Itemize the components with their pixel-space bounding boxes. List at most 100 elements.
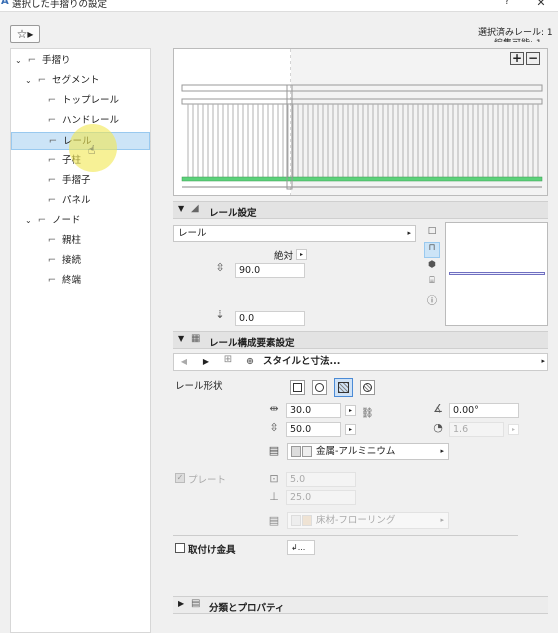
absolute-label: 絶対 (274, 251, 294, 262)
mini-rail-shape (449, 272, 545, 275)
info-icon[interactable]: ⓘ (425, 292, 439, 307)
rail-angle-input[interactable]: 0.00° (449, 403, 519, 418)
shape-rect-button[interactable] (290, 380, 305, 395)
end-icon: ⌐ (47, 275, 57, 286)
rail-icon: ◢ (191, 203, 199, 214)
tree-item[interactable]: ⌐ 親柱 (35, 232, 150, 250)
tree-item[interactable]: ⌄ ⌐ ノード (25, 212, 150, 230)
rail-preview (173, 48, 548, 196)
expand-icon: ▶ (178, 599, 185, 608)
top-rail-icon: ⌐ (47, 95, 57, 106)
tree-item[interactable]: ⌐ 終端 (35, 272, 150, 290)
shape-custom-round-button[interactable] (360, 380, 375, 395)
railing-settings-dialog: A 選択した手摺りの設定 ? ✕ 選択済みレール: 1 編集可能: 1 ☆▸ ⌄… (0, 0, 558, 633)
width-menu-button[interactable]: ▸ (345, 405, 356, 416)
panel-icon: ⌐ (47, 195, 57, 206)
shape-custom-rect-button[interactable] (334, 378, 353, 397)
zoom-in-button[interactable]: + (510, 52, 524, 65)
link-icon[interactable]: ⛓ (361, 408, 374, 419)
fitting-checkbox[interactable] (175, 543, 185, 553)
divider (173, 535, 518, 536)
fitting-settings-button[interactable]: ↲... (287, 540, 315, 555)
zoom-out-button[interactable]: − (526, 52, 540, 65)
plan-view-icon[interactable]: □ (425, 226, 439, 236)
nav-next-button[interactable]: ▶ (198, 355, 214, 369)
rail-height-input[interactable]: 90.0 (235, 263, 305, 278)
rail-depth-input[interactable]: 50.0 (286, 422, 341, 437)
shape-round-button[interactable] (312, 380, 327, 395)
radius-icon: ◔ (433, 421, 443, 434)
rail-radius-input[interactable]: 1.6 (449, 422, 504, 437)
rail-components-header[interactable]: ▼ ▦ レール構成要素設定 (173, 331, 548, 349)
help-button[interactable]: ? (500, 0, 514, 7)
classification-header[interactable]: ▶ ▤ 分類とプロパティ (173, 596, 548, 614)
connection-icon: ⌐ (47, 255, 57, 266)
post-icon: ⌐ (47, 155, 57, 166)
rail-material-dropdown[interactable]: 金属-アルミニウム ▸ (287, 443, 449, 460)
nav-prev-button[interactable]: ◀ (176, 355, 192, 369)
hand-cursor-icon: ☝ (88, 143, 96, 157)
radius-menu-button[interactable]: ▸ (508, 424, 519, 435)
expand-icon[interactable]: ⌄ (25, 212, 35, 230)
plate-height-input[interactable]: 25.0 (286, 490, 356, 505)
expand-icon[interactable]: ⌄ (15, 52, 25, 70)
angle-icon: ∡ (433, 402, 443, 415)
section-title: レール構成要素設定 (209, 338, 295, 349)
plate-swatch-1 (291, 515, 301, 526)
node-icon: ⌐ (37, 215, 47, 226)
tree-item[interactable]: ⌄ ⌐ セグメント (25, 72, 150, 90)
rail-shape-label: レール形状 (175, 381, 223, 392)
plate-height-icon: ⊥ (269, 490, 279, 503)
style-dimensions-dropdown[interactable]: ⊕ スタイルと寸法... ▸ (243, 354, 548, 370)
tree-item[interactable]: ⌐ 接続 (35, 252, 150, 270)
segment-icon: ⌐ (37, 75, 47, 86)
rail-settings-header[interactable]: ▼ ◢ レール設定 (173, 201, 548, 219)
components-icon: ▦ (191, 333, 201, 344)
depth-menu-button[interactable]: ▸ (345, 424, 356, 435)
expand-icon[interactable]: ⌄ (25, 72, 35, 90)
rail-type-dropdown[interactable]: レール ▸ (173, 225, 416, 242)
tree-item[interactable]: ⌐ トップレール (35, 92, 150, 110)
plate-material-dropdown[interactable]: 床材-フローリング ▸ (287, 512, 449, 529)
plate-checkbox[interactable]: ✓ (175, 473, 185, 483)
tree-item-label: トップレール (62, 95, 120, 106)
width-icon: ⇹ (269, 402, 279, 415)
app-icon: A (1, 0, 9, 7)
tree-item-label: 手摺り (42, 55, 71, 66)
collapse-icon: ▼ (178, 334, 185, 343)
rail-mini-preview (445, 222, 548, 326)
railing-icon: ⌐ (27, 55, 37, 66)
height-icon: ⇳ (215, 261, 225, 274)
plate-label: プレート (188, 475, 227, 486)
tree-item[interactable]: ⌐ 手摺子 (35, 172, 150, 190)
plate-width-input[interactable]: 5.0 (286, 472, 356, 487)
tree-item-label: 終端 (62, 275, 82, 286)
rail-offset-input[interactable]: 0.0 (235, 311, 305, 326)
tree-item[interactable]: ⌄ ⌐ 手摺り (15, 52, 150, 70)
absolute-menu-button[interactable]: ▸ (296, 249, 307, 260)
rail-width-input[interactable]: 30.0 (286, 403, 341, 418)
close-button[interactable]: ✕ (534, 0, 548, 9)
handrail-icon: ⌐ (47, 115, 57, 126)
section-view-icon[interactable]: ⌸ (425, 276, 439, 286)
new-component-icon[interactable]: ⊞ (220, 354, 236, 368)
elevation-view-icon[interactable]: ⊓ (424, 242, 440, 258)
tree-item-label: パネル (62, 195, 91, 206)
section-title: 分類とプロパティ (209, 603, 285, 614)
section-title: レール設定 (209, 208, 257, 219)
plate-swatch-2 (302, 515, 312, 526)
fitting-icon: ↲ (291, 543, 298, 552)
tree-item-label: セグメント (52, 75, 100, 86)
main-post-icon: ⌐ (47, 235, 57, 246)
tree-item-label: 接続 (62, 255, 82, 266)
star-icon: ☆▸ (16, 27, 34, 41)
classification-icon: ▤ (191, 598, 201, 609)
tree-item-label: 手摺子 (62, 175, 91, 186)
material-swatch-2 (302, 446, 312, 457)
3d-view-icon[interactable]: ⬢ (425, 260, 439, 270)
editable-count: 編集可能: 1 (494, 36, 542, 42)
tree-item[interactable]: ⌐ パネル (35, 192, 150, 210)
favorites-button[interactable]: ☆▸ (10, 25, 40, 43)
collapse-icon: ▼ (178, 204, 185, 213)
window-title: 選択した手摺りの設定 (12, 0, 108, 10)
